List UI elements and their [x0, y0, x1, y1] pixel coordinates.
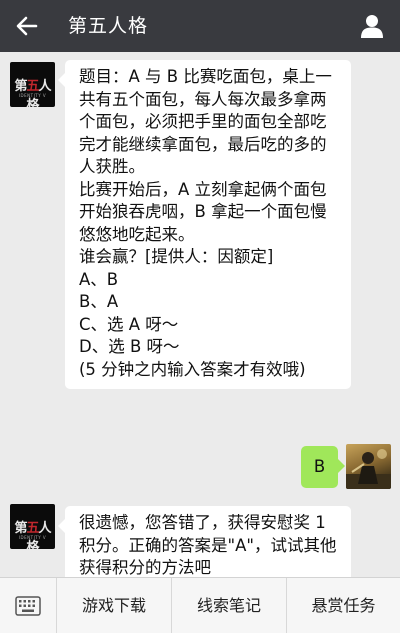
message-line: 获得积分的方法吧	[79, 558, 211, 577]
menu-game-download[interactable]: 游戏下载	[56, 578, 171, 633]
message-line: 完才能继续拿面包，最后吃的多的	[79, 134, 327, 154]
logo-text: 第五人格	[14, 521, 51, 549]
message-line: A、B	[79, 269, 119, 289]
message-line: 开始狼吞虎咽，B 拿起一个面包慢	[79, 202, 327, 221]
official-avatar[interactable]: 第五人格 IDENTITY V	[10, 62, 55, 107]
back-button[interactable]	[8, 6, 48, 46]
message-bubble-quiz[interactable]: 题目：A 与 B 比赛吃面包，桌上一 共有五个面包，每人每次最多拿两 个面包，必…	[58, 60, 351, 389]
message-line: D、选 B 呀～	[79, 337, 180, 356]
profile-button[interactable]	[354, 8, 390, 44]
message-line: 个面包，必须把手里的面包全部吃	[79, 112, 327, 131]
official-avatar[interactable]: 第五人格 IDENTITY V	[10, 504, 55, 549]
logo-text: 第五人格	[14, 79, 51, 107]
message-line: 悠悠地吃起来。	[79, 224, 195, 244]
message-line: 积分。正确的答案是"A"，试试其他	[79, 535, 337, 555]
message-line: 很遗憾，您答错了，获得安慰奖 1	[79, 513, 326, 532]
message-text: B	[313, 457, 326, 476]
chat-area[interactable]: 第五人格 IDENTITY V 题目：A 与 B 比赛吃面包，桌上一 共有五个面…	[0, 52, 400, 577]
logo-subtitle: IDENTITY V	[18, 93, 47, 98]
message-line: (5 分钟之内输入答案才有效哦)	[79, 359, 306, 379]
message-bubble-result[interactable]: 很遗憾，您答错了，获得安慰奖 1 积分。正确的答案是"A"，试试其他 获得积分的…	[58, 506, 351, 577]
message-line: 比赛开始后，A 立刻拿起俩个面包	[79, 179, 327, 199]
message-line: C、选 A 呀～	[79, 314, 179, 334]
arrow-left-icon	[16, 16, 38, 36]
message-line: 谁会赢？[提供人：因额定]	[79, 247, 274, 266]
keyboard-toggle-button[interactable]	[0, 578, 56, 633]
message-bubble-answer[interactable]: B	[301, 446, 345, 488]
page-title: 第五人格	[68, 15, 149, 37]
top-bar: 第五人格	[0, 0, 400, 52]
message-line: 题目：A 与 B 比赛吃面包，桌上一	[79, 67, 332, 86]
user-icon	[361, 15, 383, 38]
menu-bounty-tasks[interactable]: 悬赏任务	[286, 578, 400, 633]
keyboard-icon	[15, 596, 41, 616]
logo-subtitle: IDENTITY V	[18, 535, 47, 540]
user-avatar[interactable]	[346, 444, 391, 489]
message-line: 人获胜。	[79, 157, 145, 176]
menu-clue-notes[interactable]: 线索笔记	[171, 578, 286, 633]
message-line: B、A	[79, 292, 119, 311]
bottom-menu-bar: 游戏下载 线索笔记 悬赏任务	[0, 577, 400, 633]
message-line: 共有五个面包，每人每次最多拿两	[79, 89, 327, 109]
avatar-image	[346, 449, 391, 489]
